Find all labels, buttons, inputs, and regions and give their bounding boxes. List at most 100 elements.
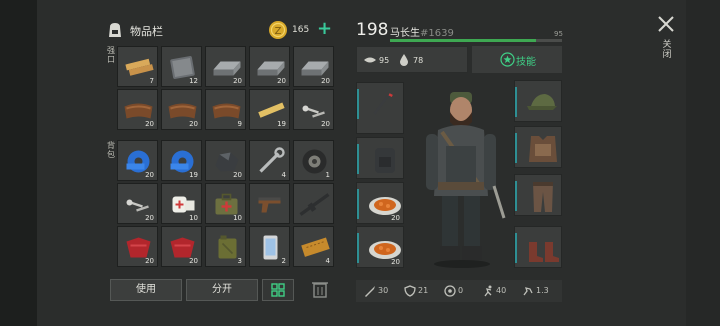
slot-quantity: 20 [145, 214, 154, 222]
character-level: 198 [356, 20, 389, 40]
skills-label: 技能 [516, 57, 536, 68]
slot-quantity: 20 [321, 120, 330, 128]
shield-icon [404, 285, 416, 297]
add-coins-button[interactable]: + [317, 20, 332, 38]
inventory-slot[interactable]: 20 [249, 46, 290, 87]
inventory-slot[interactable]: 20 [205, 46, 246, 87]
slot-quantity: 20 [233, 171, 242, 179]
slot-quantity: 3 [237, 257, 242, 265]
slot-quantity: 12 [189, 77, 198, 85]
armor-slot-pants[interactable] [514, 174, 562, 216]
inventory-slot[interactable]: 10 [205, 183, 246, 224]
slot-quantity: 20 [277, 77, 286, 85]
inventory-slot[interactable]: 20 [161, 89, 202, 130]
inventory-slot[interactable]: 20 [117, 140, 158, 181]
equip-slot[interactable] [356, 137, 404, 179]
close-label[interactable]: 关闭 [662, 40, 672, 60]
use-button[interactable]: 使用 [110, 279, 182, 301]
inventory-slot[interactable]: 7 [117, 46, 158, 87]
sort-grid-button[interactable] [262, 279, 294, 301]
slot-quantity: 9 [237, 120, 242, 128]
armor-slot-body-armor[interactable] [514, 126, 562, 168]
equip-slot[interactable]: 20 [356, 226, 404, 268]
inventory-slot[interactable] [249, 183, 290, 224]
section-label-1: 强口 [107, 46, 115, 64]
inventory-slot[interactable]: 4 [249, 140, 290, 181]
coin-count: 165 [292, 25, 310, 35]
skill-star-icon [500, 52, 515, 67]
rifle-icon [299, 193, 330, 216]
inventory-header: 物品栏 Z 165 + [104, 18, 340, 44]
boots-icon [529, 242, 559, 262]
slot-quantity: 4 [325, 257, 330, 265]
armor-slot-boots[interactable] [514, 226, 562, 268]
slot-quantity: 20 [321, 77, 330, 85]
xp-value: 95 [554, 30, 563, 38]
left-edge [0, 0, 37, 326]
stealth-icon [523, 287, 533, 296]
slot-quantity: 20 [145, 120, 154, 128]
slot-quantity: 19 [189, 171, 198, 179]
running-icon [484, 285, 492, 297]
inventory-slot[interactable]: 2 [249, 226, 290, 267]
pants-icon [533, 182, 553, 212]
inventory-slot[interactable]: 20 [293, 89, 334, 130]
inventory-title: 物品栏 [130, 25, 163, 38]
equip-slot[interactable] [356, 82, 404, 134]
inventory-slot[interactable]: 1 [293, 140, 334, 181]
inventory-slot[interactable]: 4 [293, 226, 334, 267]
pistol-icon [258, 197, 281, 213]
inventory-slot[interactable]: 12 [161, 46, 202, 87]
slot-quantity: 20 [391, 258, 400, 266]
food-value: 95 [379, 56, 390, 65]
slot-quantity: 20 [391, 214, 400, 222]
inventory-slot[interactable]: 19 [249, 89, 290, 130]
inventory-slot[interactable]: 20 [205, 140, 246, 181]
slot-accent [357, 144, 359, 174]
slot-accent [515, 87, 517, 117]
grid-icon [271, 283, 285, 297]
food-icon [364, 57, 376, 63]
skills-button[interactable]: 技能 [472, 46, 562, 73]
resist-value: 0 [458, 286, 464, 295]
xp-bar [390, 39, 562, 42]
character-figure [426, 92, 506, 268]
game-screen: 物品栏 Z 165 + 强口 背包 7 12 20 20 20 20 20 9 19 20 20 19… [0, 0, 720, 326]
inventory-slot[interactable]: 20 [117, 89, 158, 130]
trash-button[interactable] [305, 279, 337, 301]
slot-quantity: 20 [189, 120, 198, 128]
split-button[interactable]: 分开 [186, 279, 258, 301]
crowbar-icon [373, 93, 393, 115]
character-id: #1639 [420, 28, 454, 39]
water-value: 78 [413, 56, 424, 65]
stealth-value: 1.3 [536, 286, 549, 295]
inventory-slot[interactable]: 3 [205, 226, 246, 267]
inventory-slot[interactable] [293, 183, 334, 224]
character-header: 198 马长生#1639 95 [356, 20, 566, 46]
backpack-icon [109, 23, 121, 37]
vitals-box: 95 78 [356, 46, 468, 73]
armor-slot-cap[interactable] [514, 80, 562, 122]
trash-icon [312, 282, 328, 298]
inventory-slot[interactable]: 20 [117, 226, 158, 267]
attack-value: 30 [378, 286, 389, 295]
inventory-slot[interactable]: 20 [293, 46, 334, 87]
slot-quantity: 2 [281, 257, 286, 265]
character-name: 马长生#1639 [390, 24, 454, 39]
inventory-slot[interactable]: 10 [161, 183, 202, 224]
slot-accent [515, 133, 517, 163]
inventory-slot[interactable]: 20 [117, 183, 158, 224]
equip-slot[interactable]: 20 [356, 182, 404, 224]
slot-quantity: 10 [189, 214, 198, 222]
speed-value: 40 [496, 286, 507, 295]
inventory-slot[interactable]: 20 [161, 226, 202, 267]
close-icon[interactable] [656, 14, 676, 34]
attack-icon [365, 286, 375, 297]
inventory-slot[interactable]: 9 [205, 89, 246, 130]
slot-quantity: 1 [325, 171, 330, 179]
inventory-slot[interactable]: 19 [161, 140, 202, 181]
slot-quantity: 4 [281, 171, 286, 179]
slot-quantity: 20 [233, 77, 242, 85]
coin-icon: Z [269, 21, 287, 39]
character-name-text: 马长生 [390, 28, 420, 39]
